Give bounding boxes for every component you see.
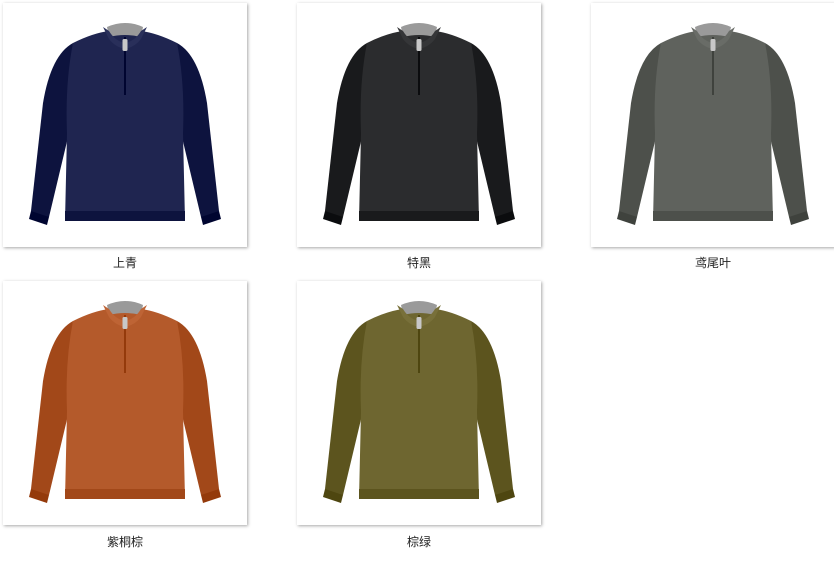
zipper-pull [122, 39, 128, 51]
sweater-image [29, 23, 221, 225]
sweater-hem [65, 211, 185, 221]
sweater-image [29, 301, 221, 503]
product-card-4[interactable] [297, 281, 541, 525]
product-label[interactable]: 特黑 [297, 256, 541, 270]
product-card-0[interactable] [3, 3, 247, 247]
product-card-3[interactable] [3, 281, 247, 525]
collar-lining [401, 301, 437, 315]
product-label[interactable]: 鸢尾叶 [591, 256, 834, 270]
collar-lining [695, 23, 731, 37]
sweater-hem [359, 489, 479, 499]
product-label[interactable]: 上青 [3, 256, 247, 270]
product-label[interactable]: 紫桐棕 [3, 535, 247, 549]
sweater-image [617, 23, 809, 225]
product-card-1[interactable] [297, 3, 541, 247]
collar-lining [107, 301, 143, 315]
collar-lining [401, 23, 437, 37]
collar-lining [107, 23, 143, 37]
sweater-hem [359, 211, 479, 221]
zipper-pull [416, 39, 422, 51]
sweater-hem [653, 211, 773, 221]
product-card-2[interactable] [591, 3, 834, 247]
zipper-pull [416, 317, 422, 329]
zipper-pull [122, 317, 128, 329]
sweater-image [323, 301, 515, 503]
zipper-pull [710, 39, 716, 51]
sweater-hem [65, 489, 185, 499]
product-label[interactable]: 棕绿 [297, 535, 541, 549]
sweater-image [323, 23, 515, 225]
